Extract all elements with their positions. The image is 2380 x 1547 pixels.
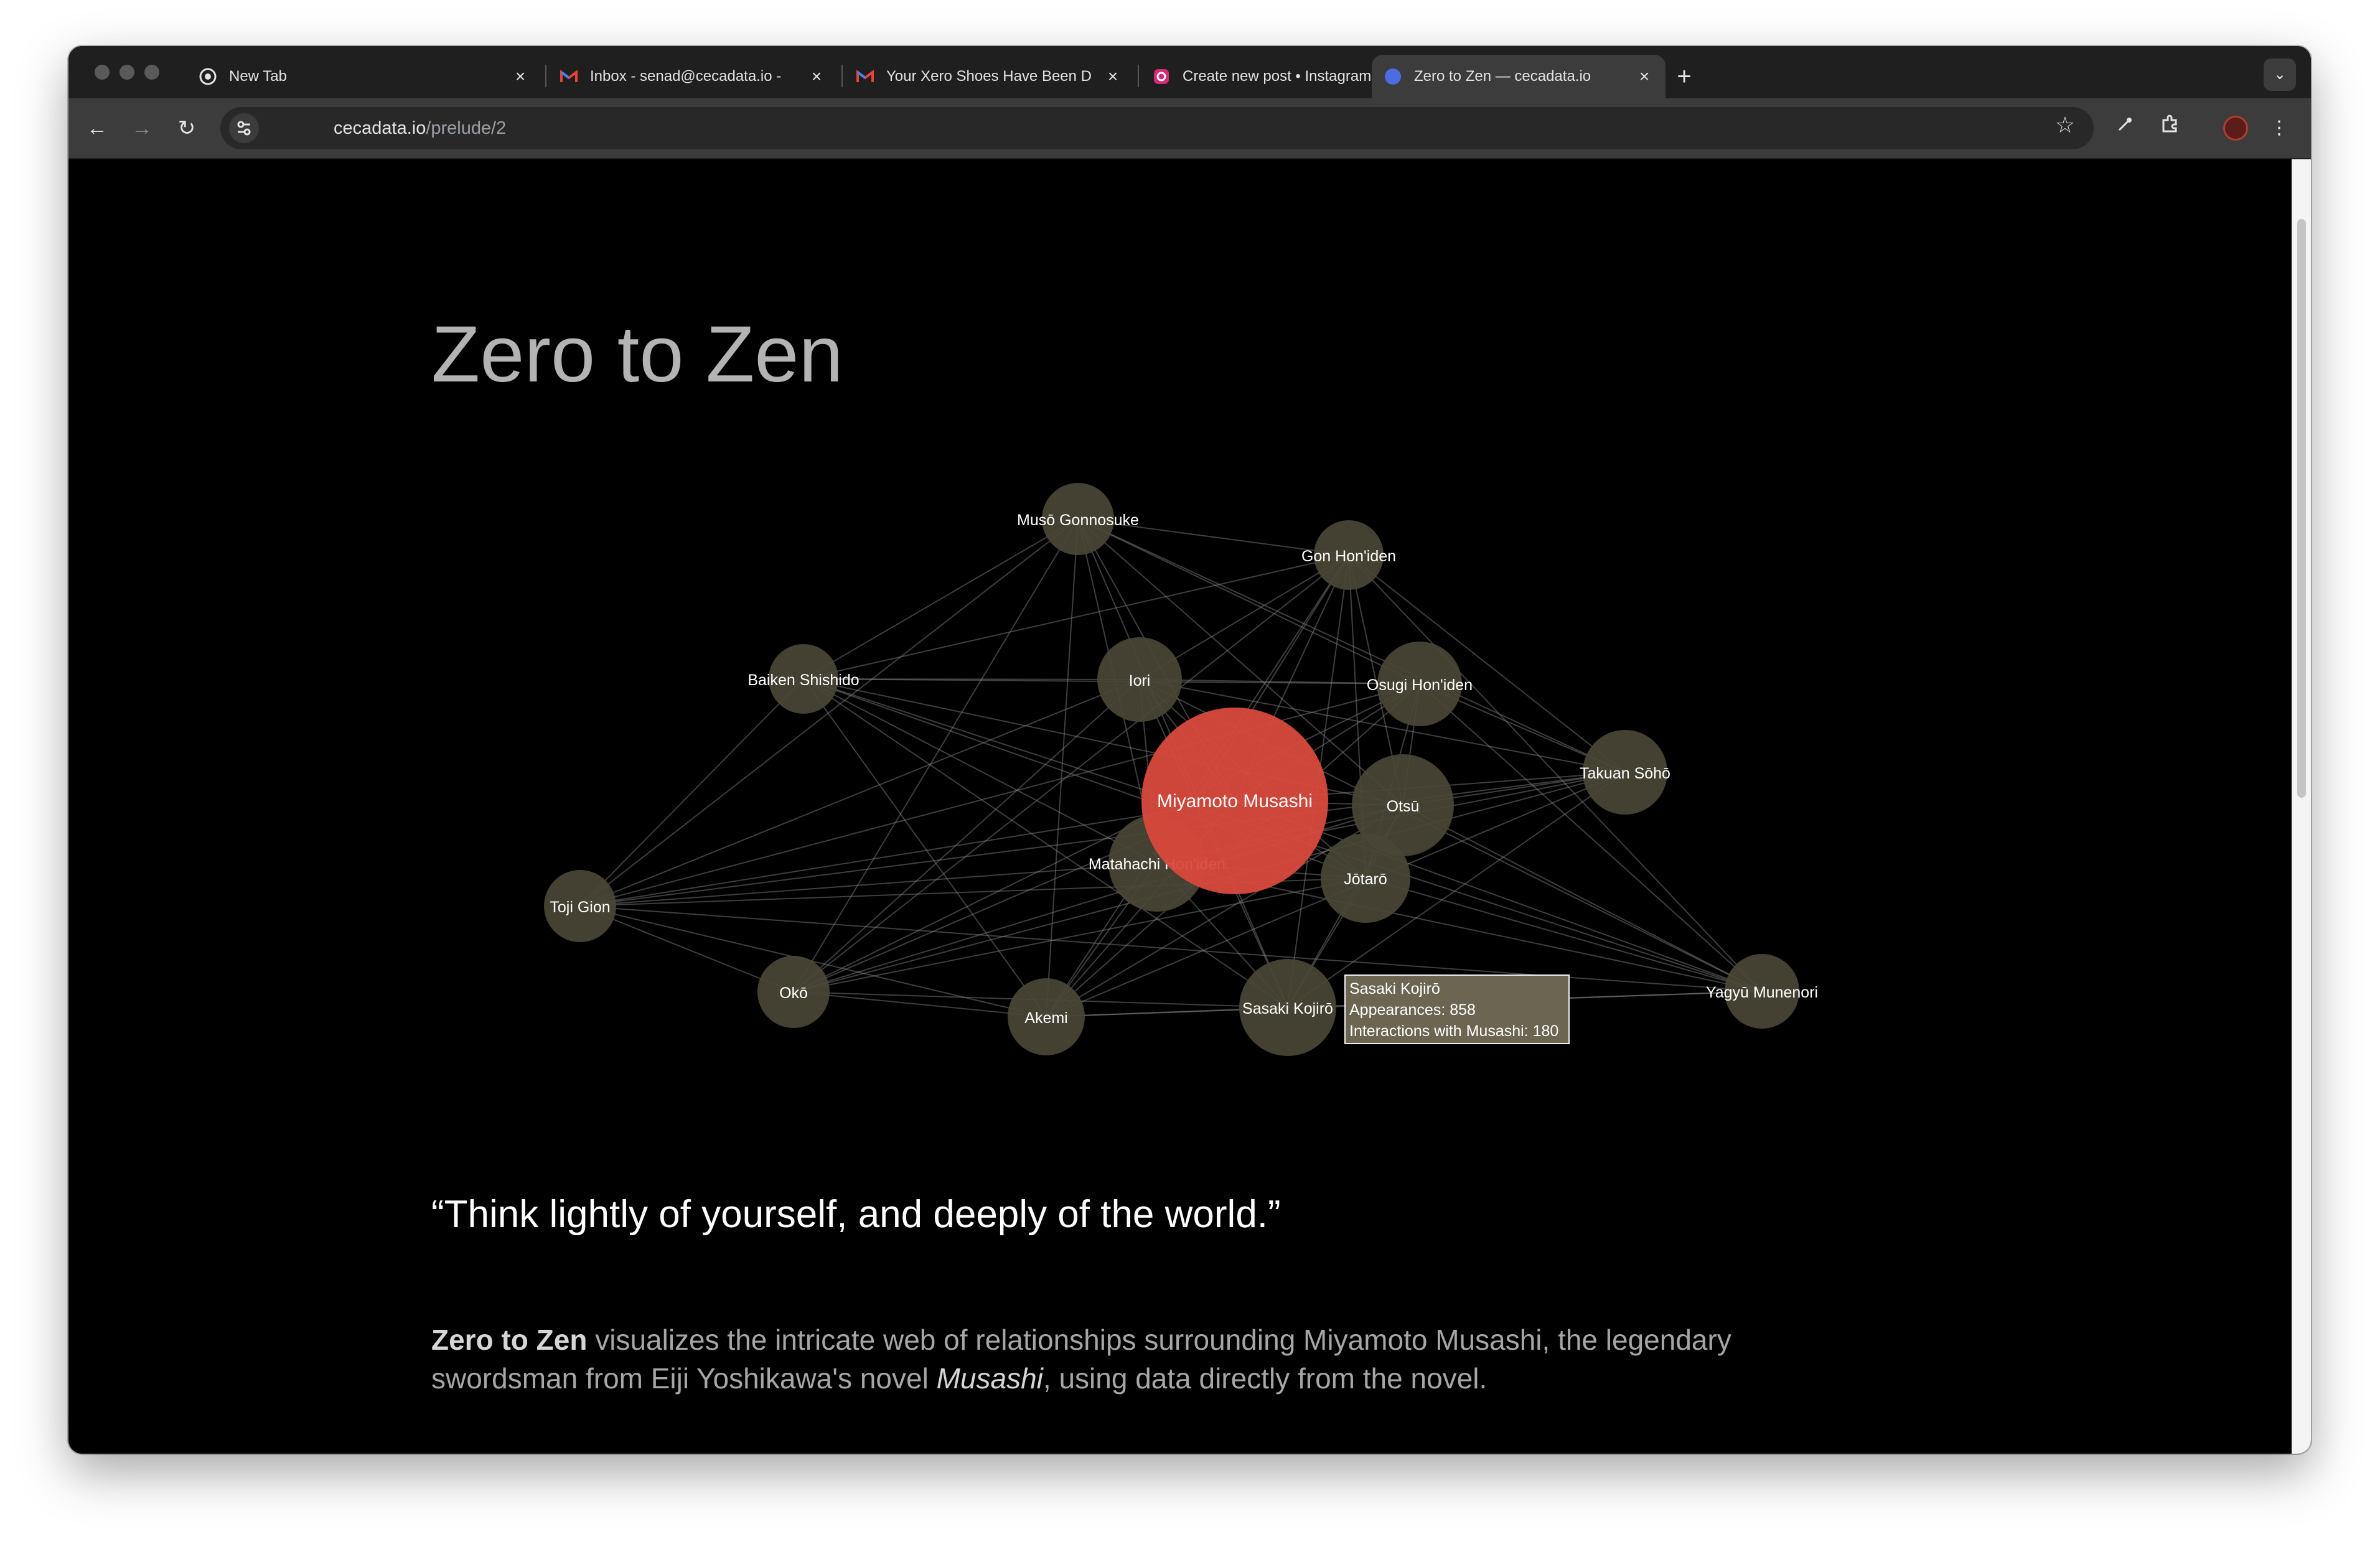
relationship-network-graph[interactable]: Musō Gonnosuke Gon Hon'iden Baiken Shishid… xyxy=(68,159,2292,1093)
tooltip-name: Sasaki Kojirō xyxy=(1349,980,1440,998)
description-paragraph: Zero to Zen visualizes the intricate web… xyxy=(431,1320,1863,1398)
tab-strip: New Tab × Inbox - senad@cecadata.io - × … xyxy=(68,46,2311,98)
browser-toolbar: ← → ↻ cecadata.io/prelude/2 ☆ ⋮ xyxy=(68,98,2311,159)
tab-separator xyxy=(1138,65,1139,87)
description-italic: Musashi xyxy=(936,1362,1043,1395)
graph-node-label: Musō Gonnosuke xyxy=(1017,512,1139,529)
close-tab-icon[interactable]: × xyxy=(512,67,529,86)
node-tooltip: Sasaki Kojirō Appearances: 858 Interacti… xyxy=(1344,974,1570,1044)
graph-edge xyxy=(1402,805,1763,992)
graph-node[interactable]: Akemi xyxy=(1008,978,1085,1055)
tab-new-tab[interactable]: New Tab × xyxy=(187,55,541,98)
graph-node-label: Okō xyxy=(779,984,808,1002)
url-path: /prelude/2 xyxy=(426,118,507,138)
url-text[interactable]: cecadata.io/prelude/2 xyxy=(334,107,506,149)
more-menu-icon[interactable]: ⋮ xyxy=(2263,112,2295,144)
profile-avatar[interactable] xyxy=(2223,116,2248,141)
graph-node-label: Miyamoto Musashi xyxy=(1157,791,1313,811)
graph-edge xyxy=(803,518,1079,680)
graph-edge xyxy=(579,518,1079,907)
tooltip-appearances: Appearances: 858 xyxy=(1349,1001,1476,1019)
url-host: cecadata.io xyxy=(334,118,426,138)
reload-icon[interactable]: ↻ xyxy=(169,111,204,146)
page-content: Zero to Zen Musō Gonnosuke Gon Hon'iden Ba… xyxy=(68,159,2292,1454)
tab-title: Inbox - senad@cecadata.io - xyxy=(590,68,782,85)
graph-node[interactable]: Iori xyxy=(1097,637,1182,722)
graph-node-label: Takuan Sōhō xyxy=(1580,765,1670,782)
eyedropper-icon[interactable] xyxy=(2109,112,2141,144)
graph-node[interactable]: Gon Hon'iden xyxy=(1301,520,1396,590)
tab-xero-shoes[interactable]: Your Xero Shoes Have Been D × xyxy=(844,55,1134,98)
tooltip-interactions: Interactions with Musashi: 180 xyxy=(1349,1022,1559,1040)
close-tab-icon[interactable]: × xyxy=(1104,67,1122,86)
tab-search-chevron-icon[interactable]: ⌄ xyxy=(2264,58,2296,91)
maximize-window-dot[interactable] xyxy=(144,65,159,80)
tab-title: Create new post • Instagram xyxy=(1183,68,1372,85)
graph-edge xyxy=(803,678,1158,864)
graph-edge xyxy=(803,554,1349,680)
gmail-icon xyxy=(856,68,874,85)
scrollbar[interactable] xyxy=(2292,159,2311,1454)
tab-separator xyxy=(545,65,546,87)
scrollbar-thumb[interactable] xyxy=(2297,219,2306,798)
graph-edge xyxy=(579,678,804,907)
instagram-icon xyxy=(1153,68,1170,85)
bookmark-star-icon[interactable]: ☆ xyxy=(2055,112,2075,138)
new-tab-button[interactable]: + xyxy=(1667,60,1702,95)
description-bold: Zero to Zen xyxy=(431,1324,588,1356)
graph-node[interactable]: Jōtarō xyxy=(1321,833,1410,923)
graph-node[interactable]: Takuan Sōhō xyxy=(1580,730,1670,815)
graph-node[interactable]: Miyamoto Musashi xyxy=(1141,708,1328,894)
graph-node-label: Osugi Hon'iden xyxy=(1367,676,1473,694)
graph-edge xyxy=(793,683,1420,993)
graph-node[interactable]: Toji Gion xyxy=(544,870,616,942)
forward-arrow-icon[interactable]: → xyxy=(124,111,159,146)
graph-node-label: Iori xyxy=(1129,672,1151,689)
close-tab-icon[interactable]: × xyxy=(1636,67,1653,86)
browser-window: New Tab × Inbox - senad@cecadata.io - × … xyxy=(68,46,2311,1454)
graph-node-label: Sasaki Kojirō xyxy=(1242,1000,1333,1017)
tab-inbox[interactable]: Inbox - senad@cecadata.io - × xyxy=(548,55,838,98)
graph-node[interactable]: Sasaki Kojirō xyxy=(1239,959,1336,1056)
graph-node-label: Otsū xyxy=(1387,798,1420,815)
graph-node[interactable]: Baiken Shishido xyxy=(747,644,860,714)
tab-title: Zero to Zen — cecadata.io xyxy=(1414,68,1591,85)
globe-icon xyxy=(1384,68,1402,85)
chrome-icon xyxy=(199,68,217,85)
tab-title: New Tab xyxy=(229,68,287,85)
close-window-dot[interactable] xyxy=(95,65,110,80)
graph-node-label: Akemi xyxy=(1024,1009,1067,1027)
graph-node[interactable]: Okō xyxy=(757,956,830,1028)
close-tab-icon[interactable]: × xyxy=(808,67,825,86)
back-arrow-icon[interactable]: ← xyxy=(80,111,115,146)
description-text-2: , using data directly from the novel. xyxy=(1042,1362,1488,1395)
extensions-puzzle-icon[interactable] xyxy=(2153,112,2186,144)
graph-node[interactable]: Yagyū Munenori xyxy=(1706,954,1818,1029)
graph-node-label: Yagyū Munenori xyxy=(1706,984,1818,1001)
tab-separator xyxy=(841,65,843,87)
graph-node-label: Jōtarō xyxy=(1344,871,1387,888)
gmail-icon xyxy=(560,68,578,85)
graph-node-label: Baiken Shishido xyxy=(747,671,859,689)
graph-node-label: Toji Gion xyxy=(550,899,610,916)
minimize-window-dot[interactable] xyxy=(119,65,134,80)
graph-node-label: Gon Hon'iden xyxy=(1301,548,1396,565)
site-settings-icon[interactable] xyxy=(229,113,259,143)
quote-text: “Think lightly of yourself, and deeply o… xyxy=(431,1193,1281,1236)
tab-title: Your Xero Shoes Have Been D xyxy=(886,68,1092,85)
address-bar[interactable]: cecadata.io/prelude/2 ☆ xyxy=(220,107,2094,149)
graph-edge xyxy=(793,518,1079,993)
tab-zero-to-zen[interactable]: Zero to Zen — cecadata.io × xyxy=(1372,55,1666,98)
